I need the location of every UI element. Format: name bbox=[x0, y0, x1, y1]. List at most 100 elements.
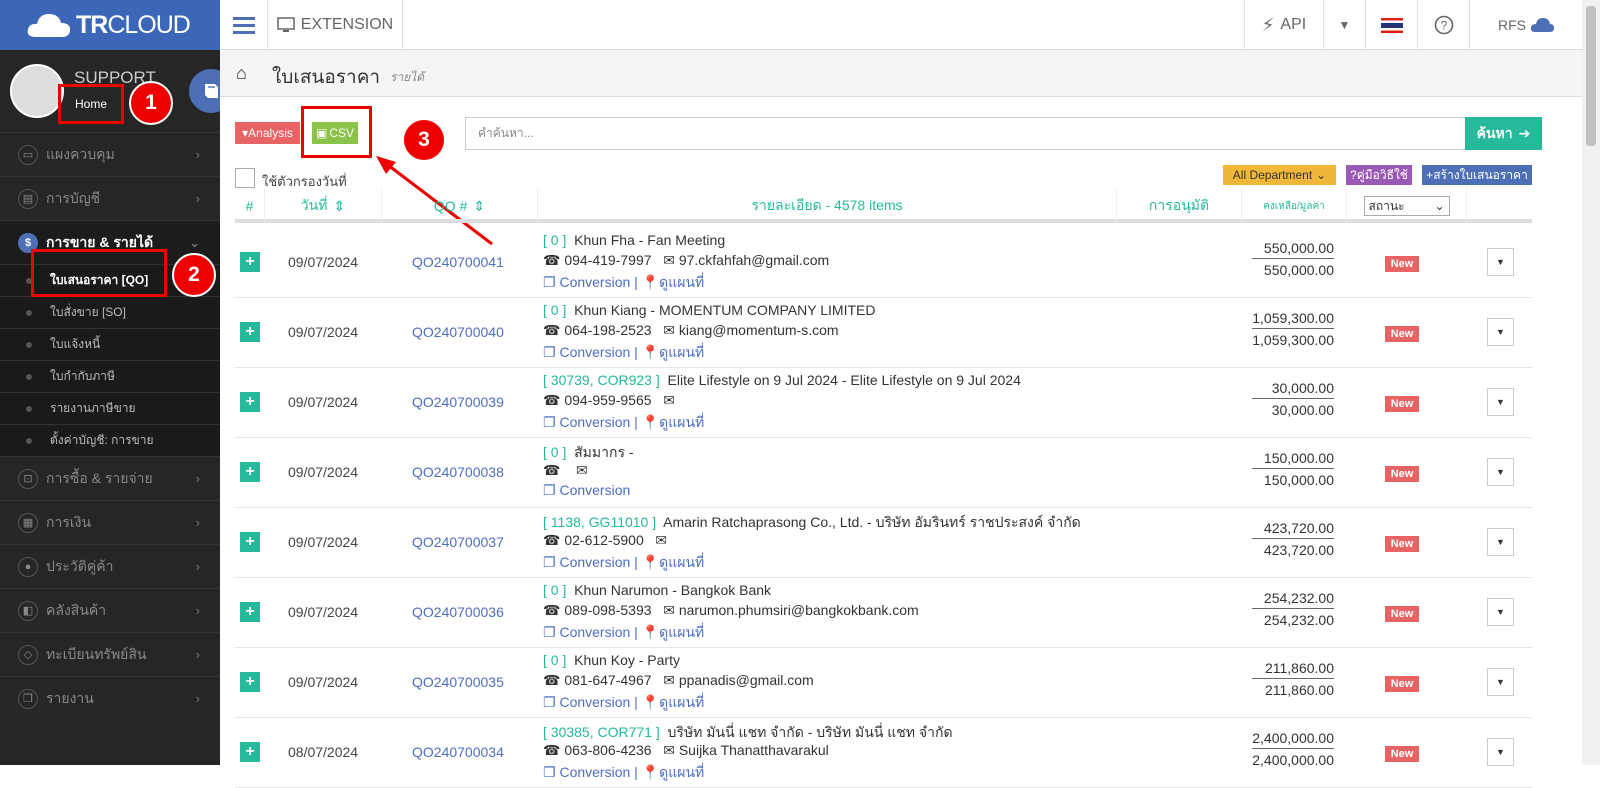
row-qo-link[interactable]: QO240700041 bbox=[412, 254, 504, 270]
row-qo-link[interactable]: QO240700037 bbox=[412, 534, 504, 550]
sidebar-item-contacts[interactable]: ● ประวัติคู่ค้า › bbox=[0, 544, 220, 588]
map-link[interactable]: ดูแผนที่ bbox=[659, 414, 704, 430]
row-action-dropdown[interactable]: ▼ bbox=[1487, 388, 1514, 416]
row-qo-link[interactable]: QO240700036 bbox=[412, 604, 504, 620]
row-qo-link[interactable]: QO240700040 bbox=[412, 324, 504, 340]
row-qo-link[interactable]: QO240700038 bbox=[412, 464, 504, 480]
row-customer-name: บริษัท มันนี่ แชท จำกัด - บริษัท มันนี่ … bbox=[667, 724, 953, 740]
book-icon: ▤ bbox=[18, 188, 38, 209]
conversion-link[interactable]: Conversion bbox=[559, 482, 630, 498]
row-qo-link[interactable]: QO240700035 bbox=[412, 674, 504, 690]
sidebar-subitem-tax-invoice[interactable]: ใบกำกับภาษี bbox=[0, 360, 220, 392]
date-filter-checkbox[interactable] bbox=[235, 168, 255, 188]
sidebar-item-purchases[interactable]: ⊡ การซื้อ & รายจ่าย › bbox=[0, 456, 220, 500]
expand-plus-button[interactable]: + bbox=[240, 462, 260, 482]
expand-plus-button[interactable]: + bbox=[240, 672, 260, 692]
expand-plus-button[interactable]: + bbox=[240, 392, 260, 412]
expand-plus-button[interactable]: + bbox=[240, 602, 260, 622]
scrollbar-thumb[interactable] bbox=[1586, 6, 1596, 146]
row-date: 08/07/2024 bbox=[288, 744, 359, 760]
expand-plus-button[interactable]: + bbox=[240, 322, 260, 342]
row-action-dropdown[interactable]: ▼ bbox=[1487, 528, 1514, 556]
sidebar-item-assets[interactable]: ◇ ทะเบียนทรัพย์สิน › bbox=[0, 632, 220, 676]
extension-button[interactable]: EXTENSION bbox=[268, 0, 403, 50]
map-link[interactable]: ดูแผนที่ bbox=[659, 344, 704, 360]
table-row: +09/07/2024 QO240700041 [ 0 ] Khun Fha - F… bbox=[235, 228, 1532, 298]
status-select[interactable]: สถานะ ⌄ bbox=[1363, 196, 1450, 216]
home-label: Home bbox=[74, 97, 107, 111]
dropdown-button[interactable]: ▼ bbox=[1324, 0, 1366, 50]
row-qo-link[interactable]: QO240700034 bbox=[412, 744, 504, 760]
sidebar-subitem-sales-settings[interactable]: ตั้งค่าบัญชี: การขาย bbox=[0, 424, 220, 456]
conversion-link[interactable]: Conversion bbox=[559, 624, 630, 640]
analysis-button[interactable]: ▾ Analysis bbox=[235, 122, 300, 144]
scrollbar[interactable] bbox=[1582, 0, 1600, 765]
map-link[interactable]: ดูแผนที่ bbox=[659, 274, 704, 290]
row-links: ❐ Conversion | 📍ดูแผนที่ bbox=[543, 624, 705, 640]
help-button[interactable]: ? bbox=[1418, 0, 1470, 50]
map-link[interactable]: ดูแผนที่ bbox=[659, 694, 704, 710]
sidebar-item-reports[interactable]: ❐ รายงาน › bbox=[0, 676, 220, 720]
api-button[interactable]: ⚡ API bbox=[1244, 0, 1324, 50]
department-select[interactable]: All Department ⌄ bbox=[1223, 165, 1336, 185]
conversion-link[interactable]: Conversion bbox=[559, 694, 630, 710]
home-link[interactable]: Home bbox=[58, 84, 124, 124]
caret-down-icon: ▼ bbox=[1338, 18, 1351, 32]
phone-icon: ☎ bbox=[543, 672, 561, 688]
row-date: 09/07/2024 bbox=[288, 464, 359, 480]
envelope-icon: ✉ bbox=[663, 602, 675, 618]
row-email: Suijka Thanatthavarakul bbox=[678, 742, 829, 758]
create-quotation-button[interactable]: + สร้างใบเสนอราคา bbox=[1422, 165, 1532, 185]
sidebar-subitem-invoice[interactable]: ใบแจ้งหนี้ bbox=[0, 328, 220, 360]
map-link[interactable]: ดูแผนที่ bbox=[659, 764, 704, 780]
row-contact: ☎ 081-647-4967 ✉ ppanadis@gmail.com bbox=[543, 672, 814, 689]
search-input[interactable]: คำค้นหา... bbox=[465, 117, 1466, 150]
avatar[interactable] bbox=[10, 64, 64, 118]
conversion-link[interactable]: Conversion bbox=[559, 344, 630, 360]
search-button[interactable]: ค้นหา ➔ bbox=[1465, 117, 1542, 150]
hamburger-menu-button[interactable] bbox=[220, 0, 268, 50]
row-action-dropdown[interactable]: ▼ bbox=[1487, 458, 1514, 486]
row-action-dropdown[interactable]: ▼ bbox=[1487, 248, 1514, 276]
map-pin-icon: 📍 bbox=[641, 274, 660, 290]
logo[interactable]: TR CLOUD bbox=[0, 0, 220, 50]
row-action-dropdown[interactable]: ▼ bbox=[1487, 318, 1514, 346]
guide-button[interactable]: ? คู่มือวิธีใช้ bbox=[1346, 165, 1412, 185]
sidebar-item-dashboard[interactable]: ▭ แผงควบคุม › bbox=[0, 132, 220, 176]
col-qo[interactable]: QO # ⇕ bbox=[382, 189, 538, 223]
row-value: 211,860.00 bbox=[1264, 682, 1334, 698]
sidebar-subitem-sales-order[interactable]: ใบสั่งขาย [SO] bbox=[0, 296, 220, 328]
home-icon[interactable]: ⌂ bbox=[236, 63, 247, 84]
conversion-link[interactable]: Conversion bbox=[559, 764, 630, 780]
row-email: kiang@momentum-s.com bbox=[678, 322, 839, 338]
conversion-link[interactable]: Conversion bbox=[559, 274, 630, 290]
chevron-right-icon: › bbox=[195, 147, 200, 162]
map-link[interactable]: ดูแผนที่ bbox=[659, 624, 704, 640]
copy-icon: ❐ bbox=[543, 624, 556, 640]
expand-plus-button[interactable]: + bbox=[240, 742, 260, 762]
row-contact: ☎ 089-098-5393 ✉ narumon.phumsiri@bangko… bbox=[543, 602, 919, 619]
copy-icon: ❐ bbox=[543, 274, 556, 290]
expand-plus-button[interactable]: + bbox=[240, 252, 260, 272]
caret-down-icon: ▼ bbox=[1496, 677, 1505, 687]
row-action-dropdown[interactable]: ▼ bbox=[1487, 668, 1514, 696]
row-action-dropdown[interactable]: ▼ bbox=[1487, 598, 1514, 626]
expand-plus-button[interactable]: + bbox=[240, 532, 260, 552]
status-badge: New bbox=[1385, 606, 1419, 622]
row-action-dropdown[interactable]: ▼ bbox=[1487, 738, 1514, 766]
user-menu-button[interactable]: RFS bbox=[1470, 0, 1582, 50]
col-date[interactable]: วันที่ ⇕ bbox=[265, 189, 382, 223]
row-customer-name: Amarin Ratchaprasong Co., Ltd. - บริษัท … bbox=[663, 514, 1081, 530]
table-row: +09/07/2024 QO240700038[ 0 ] สัมมากร - ☎ ✉… bbox=[235, 438, 1532, 508]
row-qo-link[interactable]: QO240700039 bbox=[412, 394, 504, 410]
sidebar-subitem-sales-tax-report[interactable]: รายงานภาษีขาย bbox=[0, 392, 220, 424]
plus-icon: + bbox=[1426, 168, 1434, 182]
conversion-link[interactable]: Conversion bbox=[559, 414, 630, 430]
sidebar-item-inventory[interactable]: ◧ คลังสินค้า › bbox=[0, 588, 220, 632]
language-flag-button[interactable] bbox=[1366, 0, 1418, 50]
conversion-link[interactable]: Conversion bbox=[559, 554, 630, 570]
sidebar-item-finance[interactable]: ▦ การเงิน › bbox=[0, 500, 220, 544]
sidebar-item-accounting[interactable]: ▤ การบัญชี › bbox=[0, 176, 220, 220]
map-link[interactable]: ดูแผนที่ bbox=[659, 554, 704, 570]
row-date: 09/07/2024 bbox=[288, 604, 359, 620]
